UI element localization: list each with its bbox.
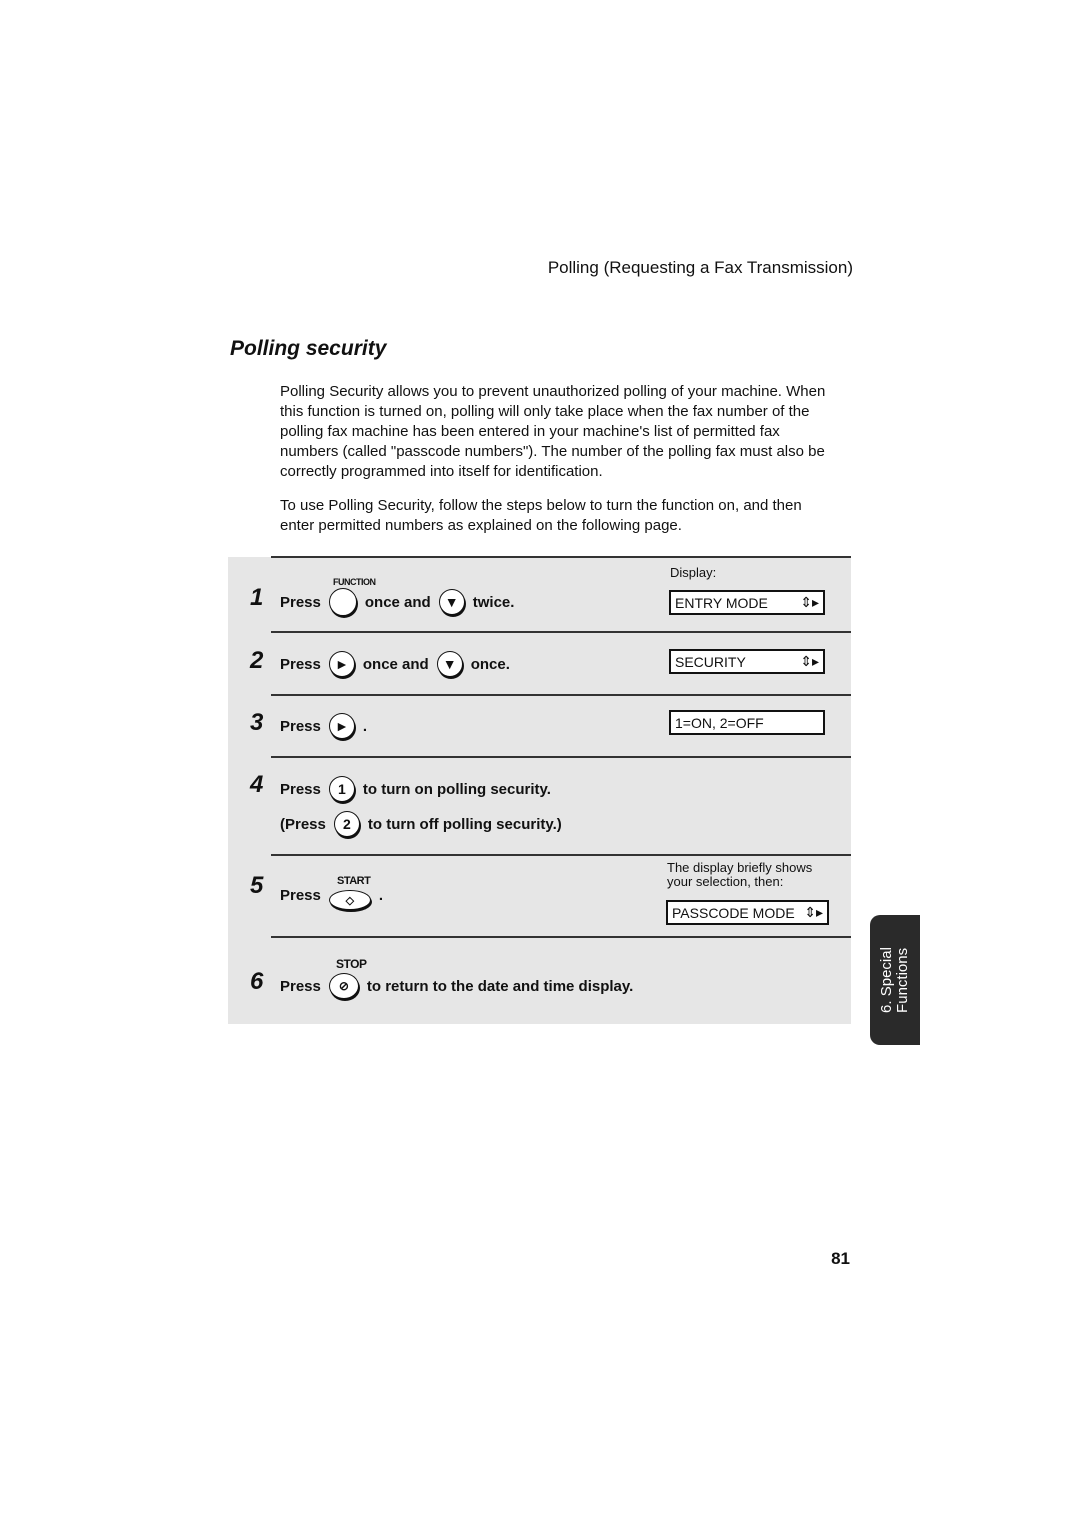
step-5: Press ◇ . (280, 880, 383, 910)
step-4-alt: (Press 2 to turn off polling security.) (280, 811, 562, 837)
display-note: The display briefly shows your selection… (667, 860, 813, 889)
function-key-icon (328, 588, 357, 616)
step-3: Press ► . (280, 713, 367, 739)
press-text: (Press (280, 815, 326, 833)
step-number: 3 (250, 709, 264, 736)
step-text: once. (470, 655, 510, 673)
up-down-right-icon: ⇕▸ (800, 594, 819, 610)
running-header: Polling (Requesting a Fax Transmission) (547, 258, 853, 277)
right-arrow-key-icon: ► (328, 651, 355, 677)
divider (271, 631, 851, 633)
start-key-icon: ◇ (328, 890, 371, 910)
step-text: to turn on polling security. (362, 780, 551, 798)
step-text: to turn off polling security.) (367, 815, 562, 833)
up-down-right-icon: ⇕▸ (804, 904, 823, 920)
intro-paragraph: Polling Security allows you to prevent u… (280, 383, 826, 480)
display-label: Display: (670, 565, 717, 580)
step-number: 1 (250, 584, 264, 611)
chapter-tab[interactable]: 6. Special Functions (870, 915, 920, 1045)
step-text: . (378, 886, 384, 904)
key-1-icon: 1 (328, 776, 355, 802)
stop-key-label: STOP (336, 957, 367, 971)
step-text: twice. (472, 593, 515, 611)
divider (271, 756, 851, 758)
lcd-display: SECURITY ⇕▸ (669, 649, 825, 674)
step-text: . (362, 717, 368, 735)
press-text: Press (280, 977, 321, 995)
function-key-label: FUNCTION (333, 577, 376, 587)
lcd-display: PASSCODE MODE ⇕▸ (666, 900, 829, 925)
manual-page: Polling (Requesting a Fax Transmission) … (0, 0, 1080, 1528)
press-text: Press (280, 780, 321, 798)
step-number: 2 (250, 647, 264, 674)
lcd-display: 1=ON, 2=OFF (669, 710, 825, 735)
up-down-right-icon: ⇕▸ (800, 653, 819, 669)
divider (271, 694, 851, 696)
down-arrow-key-icon: ▼ (436, 651, 463, 677)
chapter-tab-line1: 6. Special (878, 947, 895, 1013)
press-text: Press (280, 717, 321, 735)
down-arrow-key-icon: ▼ (438, 589, 465, 615)
step-4: Press 1 to turn on polling security. (280, 776, 551, 802)
step-text: once and (362, 655, 429, 673)
lcd-text: SECURITY (675, 653, 746, 670)
right-arrow-key-icon: ► (328, 713, 355, 739)
press-text: Press (280, 655, 321, 673)
lcd-text: ENTRY MODE (675, 594, 768, 611)
section-title: Polling security (230, 337, 387, 360)
divider (271, 936, 851, 938)
step-1: Press once and ▼ twice. (280, 588, 514, 616)
instruction-paragraph: To use Polling Security, follow the step… (280, 497, 802, 534)
press-text: Press (280, 593, 321, 611)
divider (271, 854, 851, 856)
step-number: 4 (250, 771, 264, 798)
step-text: to return to the date and time display. (366, 977, 634, 995)
chapter-tab-line2: Functions (894, 947, 911, 1013)
lcd-text: PASSCODE MODE (672, 904, 795, 921)
step-6: Press ⊘ to return to the date and time d… (280, 973, 633, 999)
key-2-icon: 2 (333, 811, 360, 837)
divider (271, 556, 851, 558)
step-number: 5 (250, 872, 264, 899)
step-text: once and (364, 593, 431, 611)
lcd-text: 1=ON, 2=OFF (675, 714, 764, 731)
stop-key-icon: ⊘ (328, 973, 359, 999)
lcd-display: ENTRY MODE ⇕▸ (669, 590, 825, 615)
page-number: 81 (831, 1249, 850, 1268)
step-2: Press ► once and ▼ once. (280, 651, 510, 677)
step-number: 6 (250, 968, 264, 995)
press-text: Press (280, 886, 321, 904)
